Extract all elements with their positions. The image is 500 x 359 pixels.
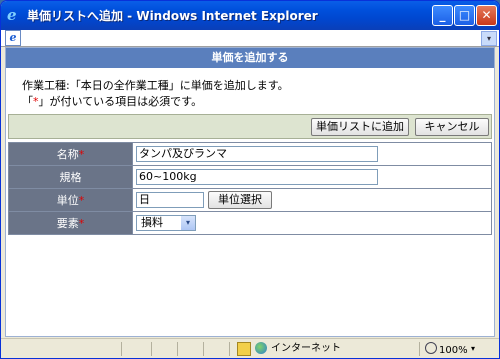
quote-open: 「 (22, 95, 33, 108)
unit-label: 単位* (8, 188, 133, 212)
button-bar: 単価リストに追加 キャンセル (8, 114, 492, 139)
title-bar[interactable]: e 単価リストへ追加 - Windows Internet Explorer _… (1, 1, 499, 30)
description-line-2: 「*」が付いている項目は必須です。 (22, 94, 289, 110)
minimize-button[interactable]: _ (432, 5, 453, 26)
zoom-level[interactable]: 100% (425, 342, 468, 358)
zoom-magnifier-icon (425, 342, 437, 354)
form-row-element: 要素* 損料 ▾ (8, 211, 492, 235)
internet-zone-globe-icon (255, 342, 267, 354)
status-divider (229, 342, 230, 356)
form-row-unit: 単位* 日単位選択 (8, 188, 492, 212)
cancel-button[interactable]: キャンセル (415, 118, 489, 136)
name-input[interactable]: タンパ及びランマ (136, 146, 378, 162)
element-select[interactable]: 損料 ▾ (136, 215, 196, 231)
zoom-chevron-down-icon[interactable]: ▾ (471, 342, 475, 356)
unit-field-cell: 日単位選択 (132, 188, 492, 212)
spec-label: 規格 (8, 165, 133, 189)
status-bar: インターネット 100% ▾ (1, 338, 499, 358)
description-line-1: 作業工種:「本日の全作業工種」に単価を追加します。 (22, 79, 289, 92)
page-title: 単価を追加する (6, 48, 494, 68)
security-zone-label: インターネット (271, 343, 341, 354)
page-icon: e (5, 30, 21, 46)
status-divider (121, 342, 122, 356)
address-bar[interactable]: e ▾ (1, 30, 499, 47)
status-divider (177, 342, 178, 356)
form-table: 名称* タンパ及びランマ 規格 60~100kg 単位* 日単位選択 要素* 損… (8, 142, 492, 235)
window-title: 単価リストへ追加 - Windows Internet Explorer (27, 9, 318, 23)
page-content: 単価を追加する 作業工種:「本日の全作業工種」に単価を追加します。 「*」が付い… (5, 47, 495, 337)
unit-select-button[interactable]: 単位選択 (208, 191, 272, 209)
spec-field-cell: 60~100kg (132, 165, 492, 189)
name-label: 名称* (8, 142, 133, 166)
status-divider (151, 342, 152, 356)
security-lock-icon[interactable] (237, 342, 251, 356)
form-row-name: 名称* タンパ及びランマ (8, 142, 492, 166)
browser-window: e 単価リストへ追加 - Windows Internet Explorer _… (0, 0, 500, 359)
element-select-value: 損料 (141, 216, 163, 229)
status-divider (419, 342, 420, 356)
maximize-button[interactable]: □ (454, 5, 475, 26)
add-to-list-button[interactable]: 単価リストに追加 (311, 118, 409, 136)
element-field-cell: 損料 ▾ (132, 211, 492, 235)
form-row-spec: 規格 60~100kg (8, 165, 492, 189)
description: 作業工種:「本日の全作業工種」に単価を追加します。 「*」が付いている項目は必須… (22, 78, 289, 110)
ie-icon: e (7, 6, 17, 24)
chevron-down-icon[interactable]: ▾ (181, 216, 195, 230)
unit-input[interactable]: 日 (136, 192, 204, 208)
name-field-cell: タンパ及びランマ (132, 142, 492, 166)
element-label: 要素* (8, 211, 133, 235)
status-divider (203, 342, 204, 356)
close-button[interactable]: ✕ (476, 5, 497, 26)
description-rest: 」が付いている項目は必須です。 (38, 95, 203, 108)
address-dropdown-icon[interactable]: ▾ (481, 31, 497, 46)
spec-input[interactable]: 60~100kg (136, 169, 378, 185)
